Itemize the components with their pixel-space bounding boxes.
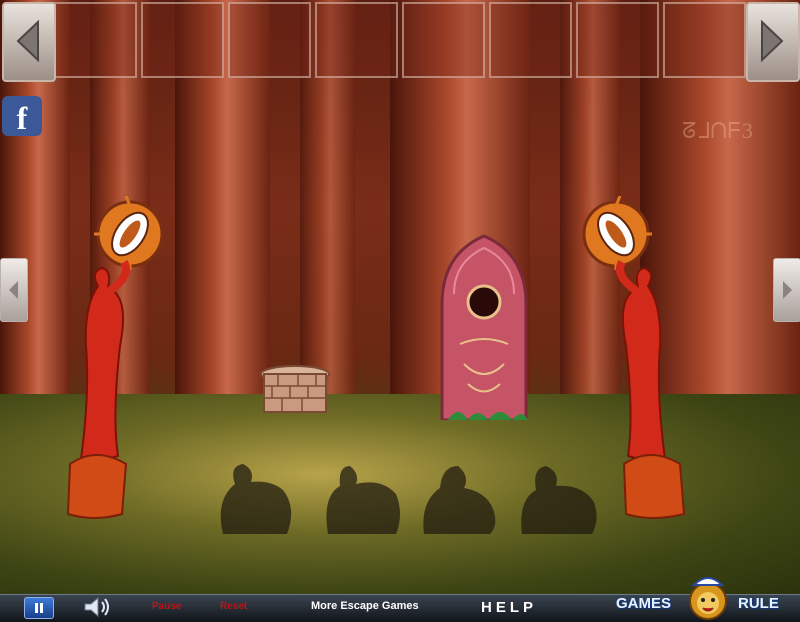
silhouette-slot-2[interactable] — [322, 456, 404, 536]
pause-button[interactable] — [24, 597, 54, 619]
silhouette-slot-3[interactable] — [418, 456, 500, 536]
inventory-slot[interactable] — [315, 2, 398, 78]
inventory-slot[interactable] — [663, 2, 746, 78]
logo-text-left: GAMES — [616, 595, 672, 612]
scene-right-button[interactable] — [773, 258, 800, 322]
inventory-slot[interactable] — [576, 2, 659, 78]
inventory-slot[interactable] — [228, 2, 311, 78]
lion-mascot-icon — [689, 577, 727, 620]
scene-left-button[interactable] — [0, 258, 28, 322]
logo-text-right: RULE — [738, 595, 779, 612]
left-arrow-icon — [9, 281, 18, 299]
carved-door[interactable] — [438, 234, 530, 420]
inventory-slot[interactable] — [141, 2, 224, 78]
right-arrow-icon — [761, 19, 784, 63]
statue-left[interactable] — [50, 196, 170, 522]
inventory-prev-button[interactable] — [2, 2, 56, 82]
help-button[interactable]: HELP — [481, 599, 537, 616]
left-arrow-icon — [16, 19, 39, 63]
inventory-slot[interactable] — [402, 2, 485, 78]
right-arrow-icon — [783, 281, 792, 299]
games-rule-logo[interactable]: GAMES RULE — [616, 571, 800, 621]
silhouette-slot-1[interactable] — [215, 456, 297, 536]
tree-code-text: ᘔ⅃ᑎᖴ3 — [682, 118, 754, 143]
reset-label[interactable]: Reset — [220, 601, 247, 612]
inventory-next-button[interactable] — [746, 2, 800, 82]
pause-label[interactable]: Pause — [152, 601, 181, 612]
inventory-bar — [54, 2, 746, 78]
inventory-slot[interactable] — [489, 2, 572, 78]
speaker-icon[interactable] — [82, 596, 114, 618]
inventory-slot[interactable] — [54, 2, 137, 78]
facebook-icon[interactable]: f — [2, 96, 42, 136]
silhouette-slot-4[interactable] — [518, 456, 600, 536]
stone-well[interactable] — [258, 364, 332, 416]
more-escape-games-link[interactable]: More Escape Games — [311, 600, 419, 612]
game-scene: ᘔ⅃ᑎᖴ3 f — [0, 0, 800, 594]
